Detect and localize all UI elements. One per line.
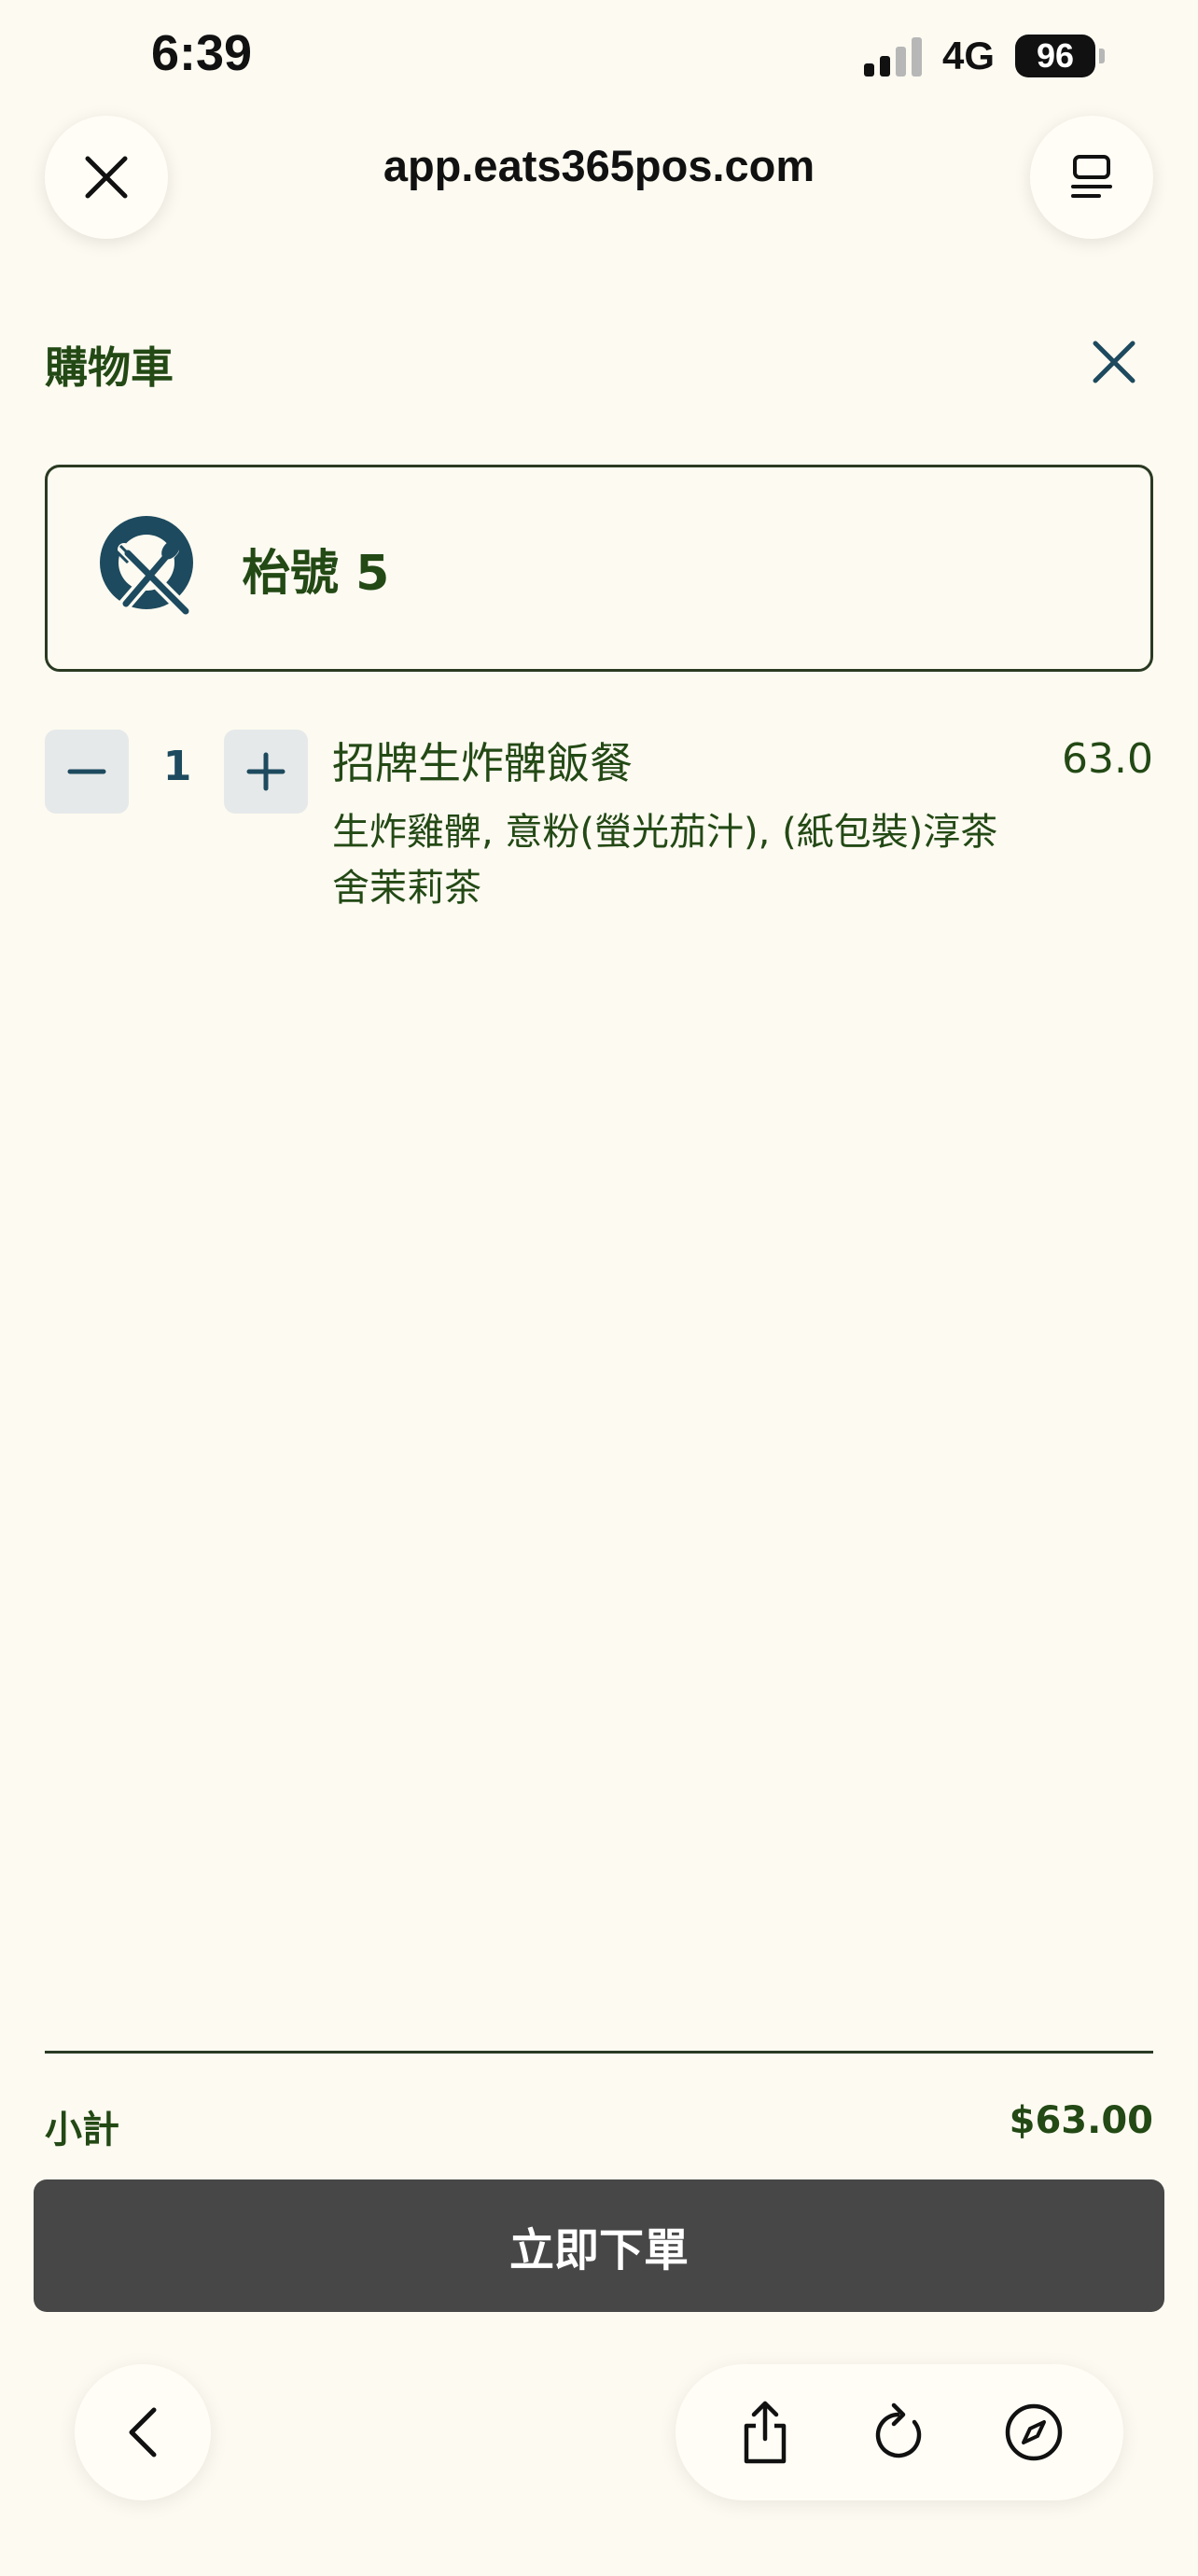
back-button[interactable]: [75, 2364, 211, 2500]
reader-icon: [1071, 155, 1112, 198]
browser-toolbar: [676, 2364, 1123, 2500]
battery-icon: 96: [1015, 35, 1105, 77]
subtotal-value: $63.00: [1009, 2099, 1153, 2142]
subtotal-label: 小計: [45, 2109, 119, 2151]
status-indicators: 4G 96: [863, 28, 1105, 84]
reader-button[interactable]: [1030, 116, 1153, 239]
share-icon: [744, 2401, 787, 2464]
url-bar[interactable]: app.eats365pos.com: [0, 140, 1198, 191]
share-button[interactable]: [728, 2395, 802, 2470]
cart-title: 購物車: [45, 342, 174, 393]
item-price: 63.0: [1062, 735, 1153, 783]
item-name: 招牌生炸髀飯餐: [332, 738, 633, 788]
divider: [45, 2051, 1153, 2054]
battery-level: 96: [1015, 35, 1095, 77]
chevron-left-icon: [129, 2407, 157, 2458]
increase-quantity-button[interactable]: [224, 730, 308, 814]
plate-cutlery-icon: [100, 516, 193, 618]
compass-icon: [1005, 2403, 1063, 2461]
table-number: 枱號 5: [242, 545, 390, 602]
network-type: 4G: [941, 34, 995, 77]
table-selector[interactable]: 枱號 5: [45, 465, 1153, 672]
status-time: 6:39: [151, 25, 253, 81]
compass-button[interactable]: [996, 2395, 1071, 2470]
reload-icon: [875, 2402, 922, 2458]
plus-icon: [246, 752, 286, 791]
item-description: 生炸雞髀, 意粉(螢光茄汁), (紙包裝)淳茶舍茉莉茶: [332, 811, 998, 910]
decrease-quantity-button[interactable]: [45, 730, 129, 814]
place-order-button[interactable]: 立即下單: [34, 2179, 1164, 2312]
item-quantity: 1: [162, 743, 192, 790]
reload-button[interactable]: [862, 2395, 937, 2470]
close-cart-icon[interactable]: [1090, 338, 1138, 386]
minus-icon: [67, 769, 106, 774]
signal-icon: [863, 35, 922, 77]
